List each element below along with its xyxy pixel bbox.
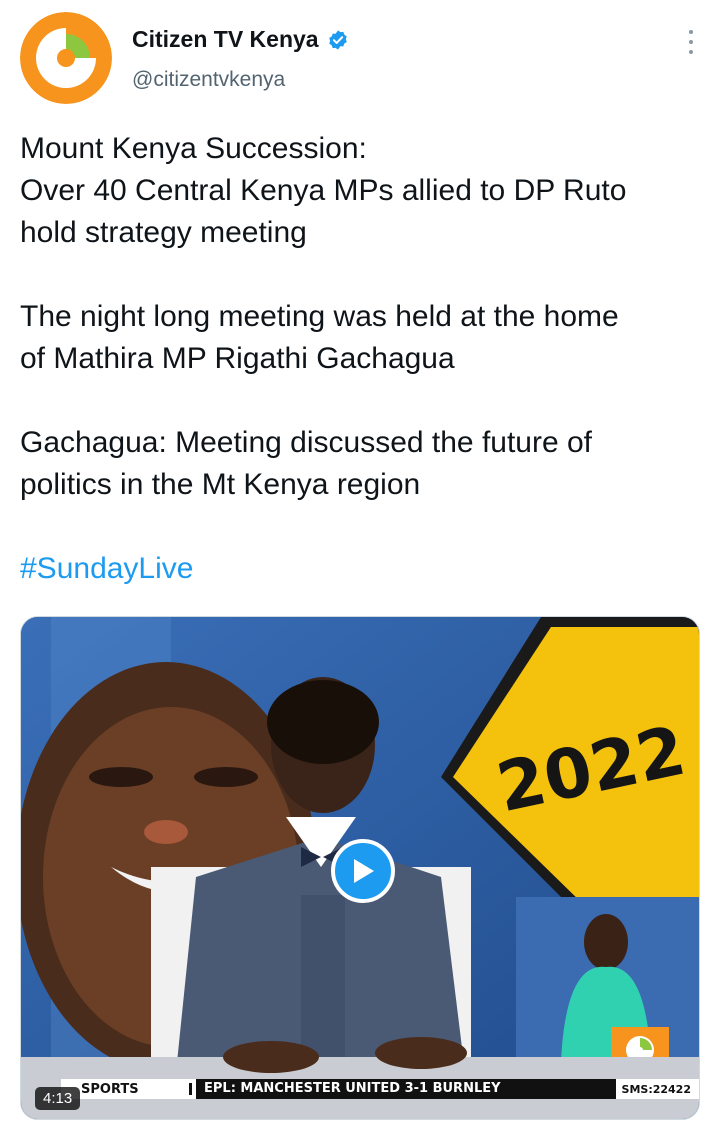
more-vertical-icon[interactable] bbox=[686, 30, 696, 54]
verified-badge-icon bbox=[328, 29, 347, 50]
ticker-section: SPORTS bbox=[81, 1081, 139, 1097]
text-line: of Mathira MP Rigathi Gachagua bbox=[20, 342, 455, 375]
text-line: The night long meeting was held at the h… bbox=[20, 300, 619, 333]
ticker-sms: SMS:22422 bbox=[621, 1082, 691, 1096]
ticker-divider bbox=[189, 1083, 192, 1095]
play-icon bbox=[354, 859, 374, 883]
citizen-tv-logo-icon bbox=[20, 12, 112, 104]
tweet: Citizen TV Kenya @citizentvkenya Mount K… bbox=[0, 0, 720, 1121]
video-player[interactable]: 2022 SPORTS EPL: MANCHESTER UNITED 3-1 B… bbox=[20, 616, 700, 1120]
text-line: politics in the Mt Kenya region bbox=[20, 468, 421, 501]
avatar[interactable] bbox=[20, 12, 112, 104]
hashtag-link[interactable]: #SundayLive bbox=[20, 548, 700, 590]
news-ticker: SPORTS EPL: MANCHESTER UNITED 3-1 BURNLE… bbox=[61, 1079, 699, 1099]
ticker-headline: EPL: MANCHESTER UNITED 3-1 BURNLEY bbox=[196, 1079, 616, 1099]
text-line: Gachagua: Meeting discussed the future o… bbox=[20, 426, 593, 459]
text-line: Over 40 Central Kenya MPs allied to DP R… bbox=[20, 174, 627, 207]
text-line: Mount Kenya Succession: bbox=[20, 132, 367, 165]
account-handle[interactable]: @citizentvkenya bbox=[132, 68, 285, 92]
video-duration-badge: 4:13 bbox=[35, 1087, 81, 1110]
text-line: hold strategy meeting bbox=[20, 216, 307, 249]
display-name[interactable]: Citizen TV Kenya bbox=[132, 26, 319, 53]
tweet-text: Mount Kenya Succession: Over 40 Central … bbox=[20, 128, 700, 590]
play-button[interactable] bbox=[331, 839, 395, 903]
name-row[interactable]: Citizen TV Kenya bbox=[132, 26, 349, 53]
